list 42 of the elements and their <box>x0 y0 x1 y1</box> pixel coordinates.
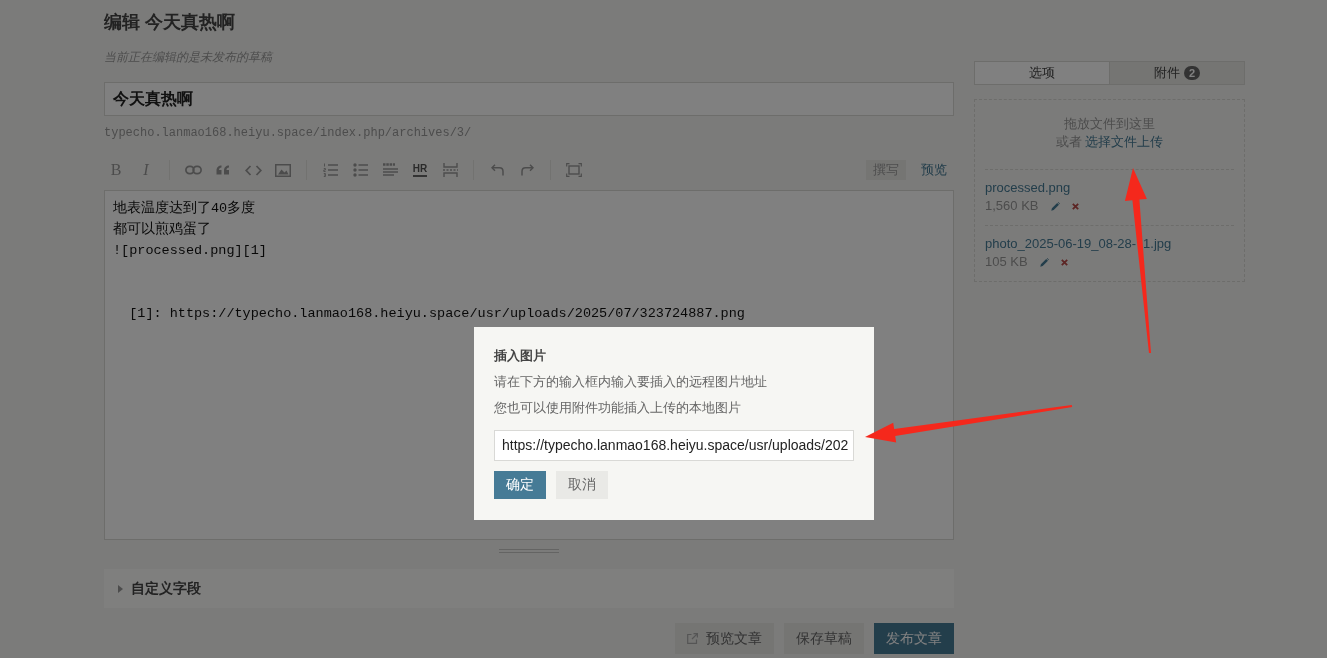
editor-line: 都可以煎鸡蛋了 <box>113 220 211 239</box>
quote-icon <box>216 165 230 175</box>
cancel-button[interactable]: 取消 <box>556 471 608 499</box>
link-icon <box>184 165 202 175</box>
caret-icon[interactable] <box>118 584 123 593</box>
url-input[interactable]: https://typecho.lanmao168.heiyu.space/usr/uploads/202 <box>494 430 854 461</box>
page-break-icon <box>442 163 458 177</box>
editor-line: 地表温度达到了40多度 <box>113 199 256 218</box>
editor-line: ![processed.png][1] <box>113 242 267 260</box>
editor-mode-tab[interactable]: 预览 <box>914 160 954 180</box>
custom-fields-toggle[interactable]: 自定义字段 <box>131 579 201 598</box>
confirm-button[interactable]: 确定 <box>494 471 546 499</box>
publish-button[interactable]: 发布文章 <box>874 623 954 654</box>
numbered-list-icon <box>322 163 338 177</box>
preview-button[interactable]: 预览文章 <box>675 623 774 654</box>
dialog-text: 您也可以使用附件功能插入上传的本地图片 <box>494 399 742 417</box>
page-heading: 编辑 今天真热啊 <box>104 11 236 34</box>
dialog-text: 请在下方的输入框内输入要插入的远程图片地址 <box>494 373 768 391</box>
cross-icon[interactable] <box>1071 202 1079 210</box>
horizontal-rule-button[interactable]: HR <box>408 158 432 182</box>
heading-icon <box>382 163 398 177</box>
dialog-title: 插入图片 <box>494 347 547 365</box>
count-badge: 2 <box>1183 66 1201 80</box>
undo-icon <box>490 164 504 176</box>
cross-icon[interactable] <box>1060 258 1068 266</box>
pencil-icon[interactable] <box>1039 257 1049 267</box>
editor-line: [1]: https://typecho.lanmao168.heiyu.space/usr/uploads/2025/07/323724887.png <box>128 305 745 323</box>
code-icon <box>244 164 262 176</box>
choose-file-link[interactable]: 选择文件上传 <box>1085 134 1164 149</box>
attachment-name-link[interactable]: 1.jpg <box>1143 236 1172 251</box>
redo-icon <box>520 164 534 176</box>
external-link-icon <box>687 633 698 644</box>
attachment-name-link[interactable]: photo_2025-06-19_08-28- <box>985 236 1137 251</box>
fullscreen-icon <box>566 163 582 177</box>
bullet-list-icon <box>352 163 368 177</box>
image-icon <box>275 163 291 177</box>
save-draft-button[interactable]: 保存草稿 <box>784 623 864 654</box>
sidebar-tab[interactable]: 选项 <box>975 62 1109 84</box>
sidebar-tab[interactable]: 附件 2 <box>1109 62 1244 84</box>
title-input[interactable]: 今天真热啊 <box>104 82 954 116</box>
pencil-icon[interactable] <box>1050 201 1060 211</box>
attachment-name-link[interactable]: processed.png <box>985 180 1071 195</box>
